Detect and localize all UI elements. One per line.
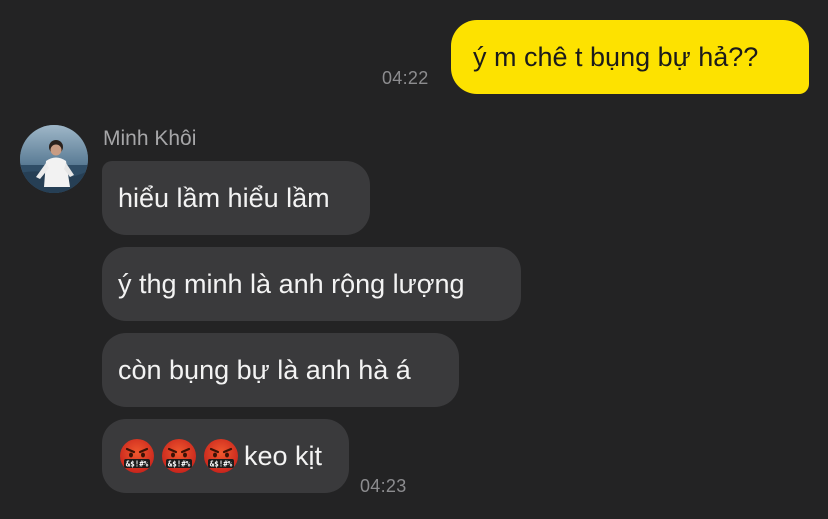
face-with-symbols-on-mouth-icon: &$!#% — [118, 437, 156, 475]
incoming-message-bubble[interactable]: ý thg minh là anh rộng lượng — [102, 247, 521, 321]
incoming-message-text: keo kịt — [244, 440, 323, 471]
emoji-row: &$!#% &$!#% &$!#% keo kịt — [118, 437, 322, 475]
svg-text:&$!#%: &$!#% — [210, 460, 233, 469]
outgoing-message-text: ý m chê t bụng bự hả?? — [473, 41, 759, 72]
incoming-message-bubble[interactable]: &$!#% &$!#% &$!#% keo kịt — [102, 419, 349, 493]
incoming-message-bubble[interactable]: hiểu lầm hiểu lầm — [102, 161, 370, 235]
face-with-symbols-on-mouth-icon: &$!#% — [160, 437, 198, 475]
incoming-timestamp: 04:23 — [360, 476, 407, 496]
outgoing-timestamp: 04:22 — [382, 68, 429, 88]
incoming-message-text: ý thg minh là anh rộng lượng — [118, 268, 465, 299]
face-with-symbols-on-mouth-icon: &$!#% — [202, 437, 240, 475]
incoming-message-bubble[interactable]: còn bụng bự là anh hà á — [102, 333, 459, 407]
incoming-message-text: còn bụng bự là anh hà á — [118, 354, 411, 385]
sender-name: Minh Khôi — [103, 127, 197, 150]
sender-avatar[interactable] — [20, 125, 88, 193]
svg-text:&$!#%: &$!#% — [126, 460, 149, 469]
svg-text:&$!#%: &$!#% — [168, 460, 191, 469]
incoming-message-text: hiểu lầm hiểu lầm — [118, 182, 330, 213]
outgoing-message-bubble[interactable]: ý m chê t bụng bự hả?? — [451, 20, 809, 94]
chat-thread: 04:22 ý m chê t bụng bự hả?? Minh Khôi h… — [0, 0, 828, 519]
